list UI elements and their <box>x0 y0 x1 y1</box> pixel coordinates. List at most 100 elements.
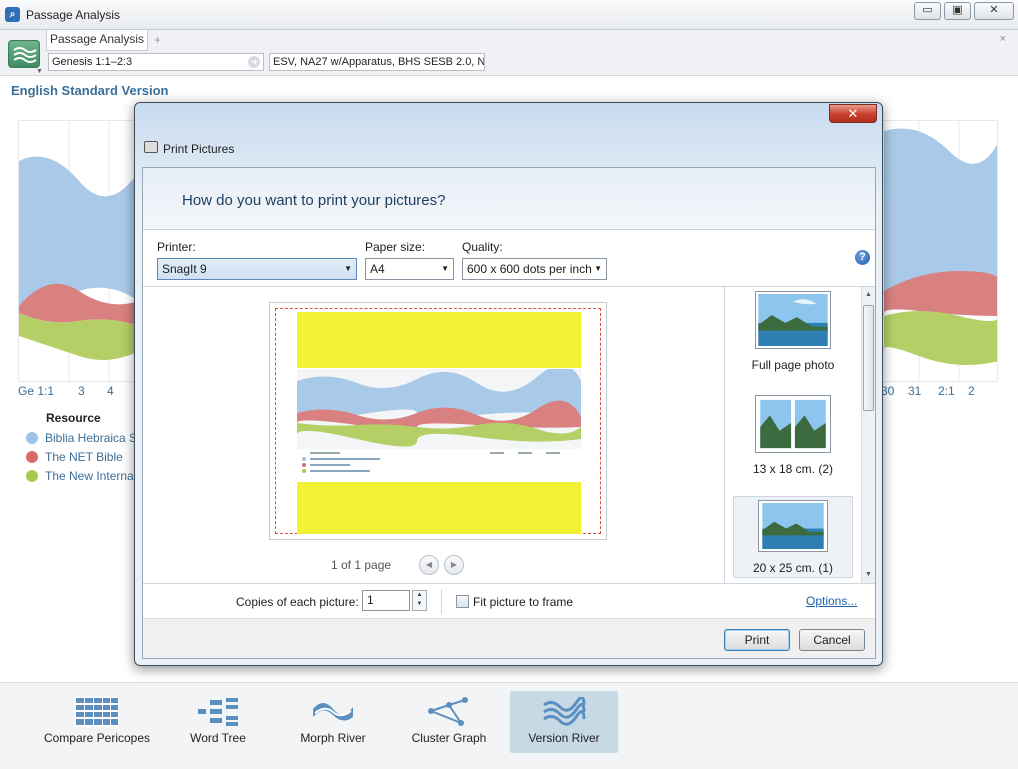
legend-item-niv[interactable]: The New Interna <box>26 469 134 483</box>
axis-label: 3 <box>78 384 85 398</box>
add-tab-button[interactable]: + <box>154 33 161 47</box>
layout-20x25[interactable]: 20 x 25 cm. (1) <box>733 496 853 578</box>
legend-dot <box>26 470 38 482</box>
layout-scrollbar[interactable]: ▲ ▼ <box>861 287 875 583</box>
tool-label: Version River <box>528 731 600 745</box>
quality-select[interactable]: 600 x 600 dots per inch ▼ <box>462 258 607 280</box>
layout-label: 13 x 18 cm. (2) <box>752 462 834 476</box>
quality-value: 600 x 600 dots per inch <box>467 262 592 276</box>
version-river-icon <box>543 697 586 726</box>
word-tree-icon <box>198 698 238 726</box>
scroll-up-icon[interactable]: ▲ <box>865 291 872 298</box>
next-page-button[interactable]: ▶ <box>444 555 464 575</box>
tool-label: Morph River <box>300 731 366 745</box>
layout-full-page-photo[interactable]: Full page photo <box>733 291 853 372</box>
quality-label: Quality: <box>462 240 503 254</box>
printer-value: SnagIt 9 <box>162 262 207 276</box>
dialog-question: How do you want to print your pictures? <box>182 192 446 209</box>
passage-analysis-panel-icon[interactable] <box>8 40 40 68</box>
cluster-graph-icon <box>428 697 468 726</box>
preview-yellow-block <box>297 482 581 534</box>
page-counter: 1 of 1 page <box>331 558 392 572</box>
preview-page <box>275 308 601 534</box>
tab-passage-analysis[interactable]: Passage Analysis <box>46 30 148 51</box>
app-logo-icon: ⌕ <box>5 7 20 22</box>
print-pictures-dialog: ✕ Print Pictures How do you want to prin… <box>134 102 883 666</box>
tool-label: Compare Pericopes <box>43 731 151 745</box>
maximize-button[interactable]: ▣ <box>944 2 971 20</box>
legend-title: Resource <box>46 411 101 425</box>
chevron-down-icon: ▼ <box>441 264 449 273</box>
print-preview <box>269 302 607 540</box>
legend-item-biblia[interactable]: Biblia Hebraica S <box>26 431 137 445</box>
axis-label: 2:1 <box>938 384 955 398</box>
legend-dot <box>26 451 38 463</box>
scroll-thumb[interactable] <box>863 305 874 411</box>
chevron-down-icon: ▼ <box>594 264 602 273</box>
fit-picture-label: Fit picture to frame <box>473 595 574 609</box>
reference-input[interactable]: Genesis 1:1–2:3 ➜ <box>48 53 264 71</box>
fit-picture-checkbox[interactable] <box>456 595 469 608</box>
layout-13x18[interactable]: 13 x 18 cm. (2) <box>733 395 853 476</box>
dialog-header: How do you want to print your pictures? <box>143 168 875 230</box>
version-river-button[interactable]: Version River <box>510 691 618 753</box>
close-window-button[interactable]: ✕ <box>974 2 1014 20</box>
copies-row: Copies of each picture: 1 ▲ ▼ Fit picture… <box>143 583 875 618</box>
copies-spinner[interactable]: ▲ ▼ <box>412 590 427 611</box>
copies-label: Copies of each picture: <box>236 595 359 609</box>
layout-list: Full page photo 13 x 18 cm. (2) 20 x 25 … <box>724 287 861 583</box>
river-series-biblia-right <box>883 128 997 295</box>
printer-select[interactable]: SnagIt 9 ▼ <box>157 258 357 280</box>
scroll-down-icon[interactable]: ▼ <box>865 571 872 578</box>
preview-mini-legend <box>302 452 560 473</box>
print-button[interactable]: Print <box>724 629 790 651</box>
axis-label: 2 <box>968 384 975 398</box>
minimize-button[interactable]: ▭ <box>914 2 941 20</box>
app-titlebar: ⌕ Passage Analysis ▭ ▣ ✕ <box>0 0 1018 30</box>
legend-item-net[interactable]: The NET Bible <box>26 450 123 464</box>
panel-menu-chevron-icon[interactable]: ▼ <box>36 68 43 75</box>
preview-mini-chart <box>297 369 581 449</box>
morph-river-button[interactable]: Morph River <box>290 691 376 753</box>
printer-label: Printer: <box>157 240 196 254</box>
printer-icon <box>144 141 158 153</box>
paper-size-value: A4 <box>370 262 385 276</box>
reference-input-value: Genesis 1:1–2:3 <box>52 56 133 68</box>
axis-label: 31 <box>908 384 922 398</box>
version-heading: English Standard Version <box>11 83 169 98</box>
go-arrow-icon[interactable]: ➜ <box>248 56 260 68</box>
layout-label: 20 x 25 cm. (1) <box>752 561 834 575</box>
previous-page-button[interactable]: ◀ <box>419 555 439 575</box>
resources-input[interactable]: ESV, NA27 w/Apparatus, BHS SESB 2.0, NET <box>269 53 485 71</box>
cancel-button[interactable]: Cancel <box>799 629 865 651</box>
cluster-graph-button[interactable]: Cluster Graph <box>402 691 496 753</box>
paper-size-select[interactable]: A4 ▼ <box>365 258 454 280</box>
app-title: Passage Analysis <box>26 8 121 22</box>
dialog-footer: Print Cancel <box>143 618 875 658</box>
river-series-biblia <box>19 156 139 306</box>
dialog-title: Print Pictures <box>163 142 235 156</box>
legend-label: Biblia Hebraica S <box>45 431 138 445</box>
copies-input[interactable]: 1 <box>362 590 410 611</box>
word-tree-button[interactable]: Word Tree <box>176 691 260 753</box>
options-link[interactable]: Options... <box>806 594 857 608</box>
axis-label: Ge 1:1 <box>18 384 55 398</box>
tool-label: Cluster Graph <box>411 731 487 745</box>
paper-size-label: Paper size: <box>365 240 426 254</box>
legend-label: The NET Bible <box>45 450 123 464</box>
axis-label: 4 <box>107 384 114 398</box>
close-tab-button[interactable]: × <box>1000 33 1006 45</box>
help-icon[interactable]: ? <box>855 250 870 265</box>
chevron-down-icon: ▼ <box>344 264 352 273</box>
dialog-close-button[interactable]: ✕ <box>829 104 877 123</box>
river-series-niv-right <box>883 311 997 365</box>
tool-label: Word Tree <box>190 731 246 745</box>
compare-pericopes-button[interactable]: Compare Pericopes <box>38 691 156 753</box>
compare-pericopes-icon <box>75 697 119 727</box>
morph-river-icon <box>313 703 353 721</box>
preview-yellow-block <box>297 312 581 368</box>
tab-strip: ▼ Passage Analysis + × Genesis 1:1–2:3 ➜… <box>0 30 1018 76</box>
axis-label: 30 <box>881 384 895 398</box>
window-controls: ▭ ▣ ✕ <box>911 2 1014 20</box>
landscape-thumbnail-icon <box>755 291 831 349</box>
